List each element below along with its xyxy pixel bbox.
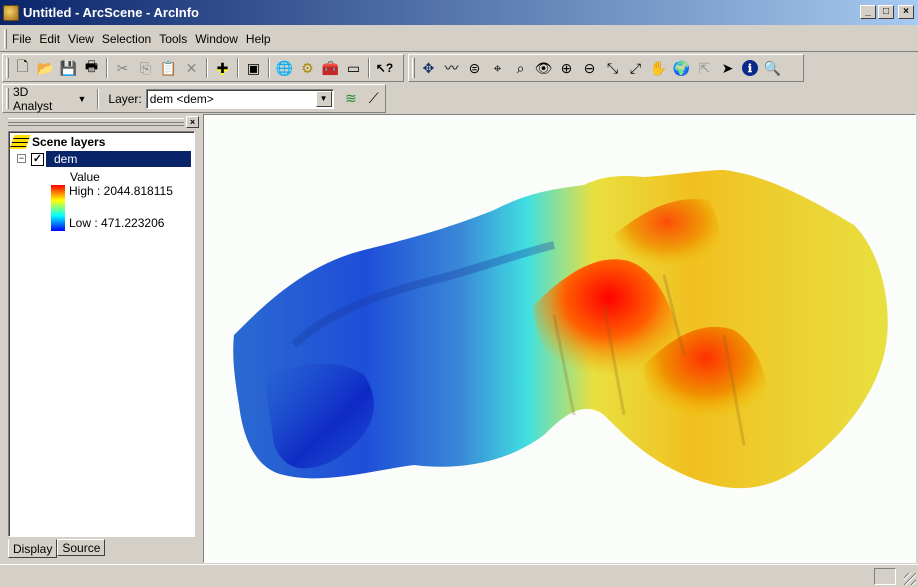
toolbar-separator (106, 58, 108, 78)
menu-tools[interactable]: Tools (155, 32, 191, 46)
layer-select[interactable]: dem <dem> ▼ (145, 88, 334, 109)
tab-display[interactable]: Display (8, 539, 58, 558)
layers-icon (9, 135, 31, 149)
tab-source[interactable]: Source (57, 539, 106, 556)
identify-icon[interactable]: ℹ (742, 60, 758, 76)
toolbar-grip[interactable] (6, 58, 9, 78)
contour-icon[interactable]: ≋ (340, 88, 363, 110)
layer-name[interactable]: dem (46, 151, 191, 167)
model-builder-icon[interactable]: ⚙ (296, 57, 319, 79)
paste-icon[interactable]: 📋 (157, 57, 180, 79)
status-bar (0, 564, 918, 587)
interpolate-line-icon[interactable]: ⟋ (362, 88, 385, 110)
dropdown-arrow-icon[interactable]: ▼ (315, 90, 332, 107)
target-zoom-icon[interactable]: ⊜ (463, 57, 486, 79)
toolbar-separator (97, 88, 100, 109)
layer-item-dem[interactable]: ✓ dem (31, 151, 191, 167)
arctoolbox-window-icon[interactable]: ▣ (242, 57, 265, 79)
menu-help[interactable]: Help (242, 32, 275, 46)
maximize-button[interactable]: □ (878, 5, 894, 19)
menu-view[interactable]: View (64, 32, 98, 46)
globe-icon[interactable]: 🌍 (670, 57, 693, 79)
zoom-to-target-icon[interactable]: ⌕ (509, 57, 532, 79)
3d-analyst-menu[interactable]: 3D Analyst ▼ (13, 85, 94, 113)
delete-icon[interactable]: ✕ (180, 57, 203, 79)
zoom-out-icon[interactable]: ⊖ (578, 57, 601, 79)
set-observer-icon[interactable]: 👁 (532, 57, 555, 79)
whats-this-icon[interactable]: ↖? (373, 57, 396, 79)
scene-layers-label: Scene layers (32, 135, 106, 149)
add-data-icon[interactable]: ✚ (211, 57, 234, 79)
title-bar: Untitled - ArcScene - ArcInfo _ □ × (0, 0, 918, 25)
layer-visibility-checkbox[interactable]: ✓ (31, 152, 44, 166)
zoom-in-icon[interactable]: ⊕ (555, 57, 578, 79)
legend-high-label: High : 2044.818115 (69, 184, 173, 198)
open-icon[interactable]: 📂 (34, 57, 57, 79)
save-icon[interactable]: 💾 (57, 57, 80, 79)
pan-icon[interactable]: ✋ (647, 57, 670, 79)
toolbar-separator (206, 58, 208, 78)
dem-terrain-surface[interactable] (204, 115, 915, 562)
new-icon[interactable]: 🗋 (11, 57, 34, 79)
3d-analyst-toolbar: 3D Analyst ▼ Layer: dem <dem> ▼ ≋ ⟋ (2, 84, 386, 113)
narrow-fov-icon[interactable]: ⇱ (693, 57, 716, 79)
scene-view[interactable] (203, 114, 916, 563)
toc-tabs: Display Source (8, 539, 106, 558)
color-ramp (51, 185, 65, 231)
menu-bar: File Edit View Selection Tools Window He… (0, 26, 918, 52)
window-title: Untitled - ArcScene - ArcInfo (23, 5, 200, 20)
legend-field-label: Value (70, 170, 100, 184)
dropdown-arrow-icon: ▼ (77, 93, 87, 104)
scene-layers-root[interactable]: Scene layers (9, 135, 106, 149)
cut-icon[interactable]: ✂ (111, 57, 134, 79)
toolbar-grip[interactable] (6, 88, 9, 109)
toolbar-separator (237, 58, 239, 78)
center-on-target-icon[interactable]: ⌖ (486, 57, 509, 79)
tools-toolbar: ✥ 〰 ⊜ ⌖ ⌕ 👁 ⊕ ⊖ ⤡ ⤢ ✋ 🌍 ⇱ ➤ ℹ 🔍 (408, 54, 804, 82)
fly-icon[interactable]: 〰 (440, 57, 463, 79)
select-features-icon[interactable]: ➤ (716, 57, 739, 79)
menu-file[interactable]: File (8, 32, 35, 46)
menu-edit[interactable]: Edit (35, 32, 64, 46)
standard-toolbar: 🗋 📂 💾 🖶 ✂ ⎘ 📋 ✕ ✚ ▣ 🌐 ⚙ 🧰 ▭ ↖? (2, 54, 404, 82)
find-icon[interactable]: 🔍 (761, 57, 784, 79)
command-line-icon[interactable]: ▭ (342, 57, 365, 79)
minimize-button[interactable]: _ (860, 5, 876, 19)
toolbar-separator (268, 58, 270, 78)
toc-panel: Scene layers − ✓ dem Value High : 2044.8… (8, 131, 195, 537)
navigate-icon[interactable]: ✥ (417, 57, 440, 79)
menubar-grip[interactable] (4, 29, 7, 49)
layer-label: Layer: (108, 91, 142, 106)
copy-icon[interactable]: ⎘ (134, 57, 157, 79)
arccatalog-icon[interactable]: 🌐 (273, 57, 296, 79)
toolbar-grip[interactable] (412, 58, 415, 78)
menu-selection[interactable]: Selection (98, 32, 155, 46)
legend-low-label: Low : 471.223206 (69, 216, 165, 230)
status-panel (874, 568, 896, 585)
resize-grip[interactable] (904, 573, 916, 585)
table-of-contents: × Scene layers − ✓ dem Value High : 2044… (2, 114, 201, 562)
layer-select-value: dem <dem> (149, 91, 214, 106)
menu-window[interactable]: Window (191, 32, 242, 46)
3d-analyst-label: 3D Analyst (13, 84, 53, 113)
print-icon[interactable]: 🖶 (80, 57, 103, 79)
toc-close-button[interactable]: × (186, 116, 199, 128)
arcscene-app-icon[interactable] (3, 4, 19, 21)
full-extent-icon[interactable]: ⤡ (601, 57, 624, 79)
close-button[interactable]: × (898, 5, 914, 19)
zoom-to-layer-icon[interactable]: ⤢ (624, 57, 647, 79)
toc-title-grip[interactable] (8, 118, 184, 126)
collapse-icon[interactable]: − (17, 154, 26, 163)
toolbar-separator (368, 58, 370, 78)
toolbox-icon[interactable]: 🧰 (319, 57, 342, 79)
